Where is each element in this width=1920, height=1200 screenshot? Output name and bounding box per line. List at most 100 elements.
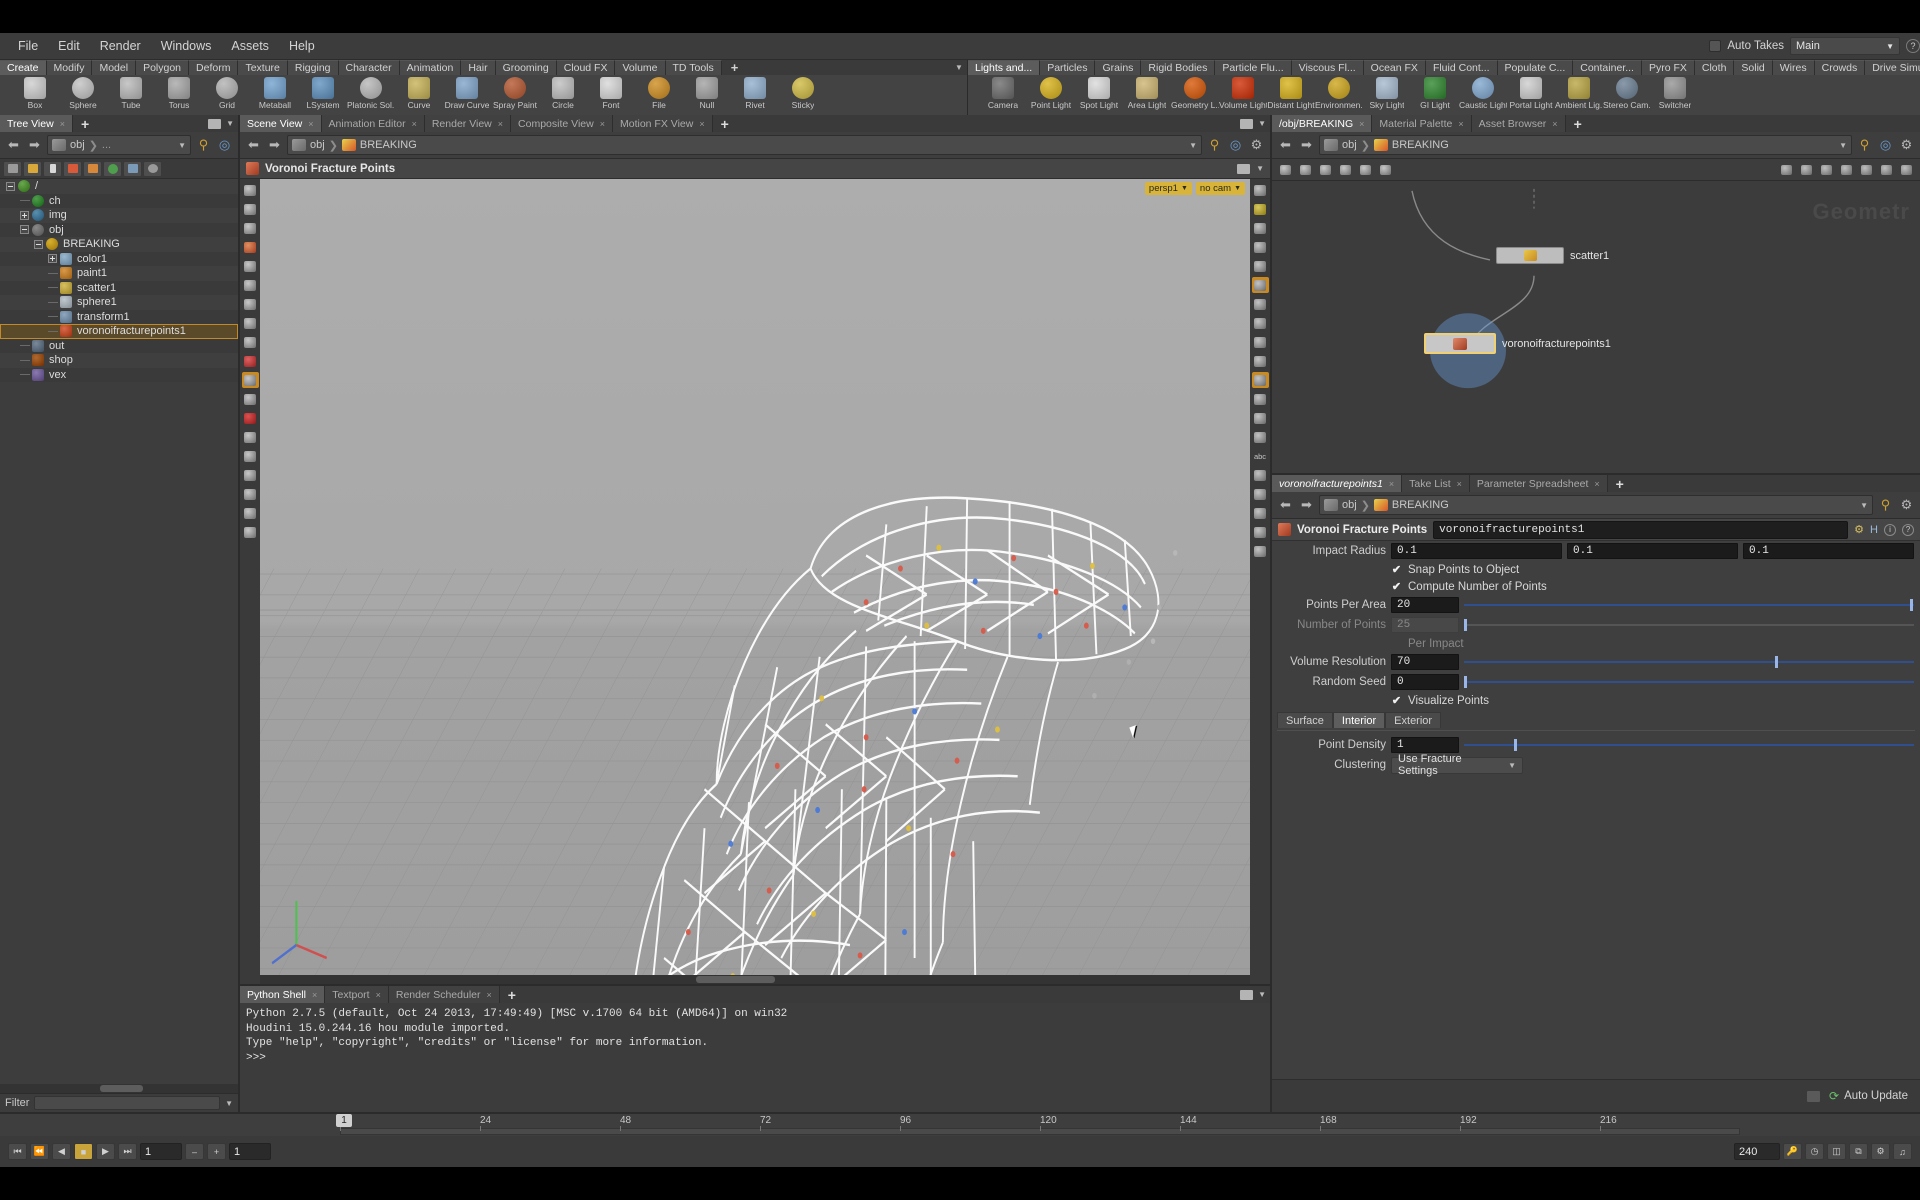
shelf-left-tab-grooming[interactable]: Grooming xyxy=(495,60,557,75)
target-icon[interactable]: ◎ xyxy=(216,137,233,154)
chevron-down-icon[interactable]: ▼ xyxy=(1256,164,1264,173)
tree-expander-minus-icon[interactable] xyxy=(20,225,29,235)
network-node-scatter1[interactable]: scatter1 xyxy=(1496,247,1609,264)
shelf-right-tool-ambient-lig[interactable]: Ambient Lig... xyxy=(1555,76,1603,110)
tree-path-field[interactable]: obj ❯ ... ▼ xyxy=(47,135,191,155)
handle-icon[interactable] xyxy=(242,201,259,217)
display-options-icon[interactable] xyxy=(1252,182,1269,198)
shelf-right-tool-sky-light[interactable]: Sky Light xyxy=(1363,76,1411,110)
chevron-down-icon[interactable]: ▼ xyxy=(1839,141,1847,150)
tab-tree-view[interactable]: Tree View × xyxy=(0,115,73,132)
param-slider-number-of-points[interactable] xyxy=(1464,617,1914,633)
shelf-left-tool-tube[interactable]: Tube xyxy=(107,76,155,110)
magnet-icon[interactable] xyxy=(242,410,259,426)
filter-pop-icon[interactable] xyxy=(83,160,102,177)
breadcrumb-obj[interactable]: obj xyxy=(310,139,325,151)
render-region-icon[interactable] xyxy=(1252,524,1269,540)
decrement-frame-button[interactable]: – xyxy=(185,1143,204,1160)
shelf-left-tab-model[interactable]: Model xyxy=(92,60,137,75)
shelf-right-tab-particles[interactable]: Particles xyxy=(1040,60,1096,75)
tree-node-paint1[interactable]: paint1 xyxy=(0,266,238,281)
param-select-clustering[interactable]: Use Fracture Settings ▼ xyxy=(1391,753,1523,777)
shelf-left-tool-file[interactable]: File xyxy=(635,76,683,110)
shelf-left-tool-null[interactable]: Null xyxy=(683,76,731,110)
shelf-left-tab-volume[interactable]: Volume xyxy=(615,60,666,75)
menu-item-render[interactable]: Render xyxy=(90,36,151,56)
filter-geo-icon[interactable] xyxy=(23,160,42,177)
shell-add-tab-button[interactable]: + xyxy=(499,986,524,1003)
group-icon[interactable] xyxy=(242,486,259,502)
shelf-left-tool-rivet[interactable]: Rivet xyxy=(731,76,779,110)
jump-to-end-button[interactable]: ⏭ xyxy=(118,1143,137,1160)
realtime-toggle-button[interactable]: ♫ xyxy=(1893,1143,1912,1160)
tab-asset-browser[interactable]: Asset Browser × xyxy=(1471,115,1566,132)
tree-node-voronoifracturepoints1[interactable]: voronoifracturepoints1 xyxy=(0,324,238,339)
filter-chop-icon[interactable] xyxy=(103,160,122,177)
tree-node-sphere1[interactable]: sphere1 xyxy=(0,295,238,310)
menu-item-help[interactable]: Help xyxy=(279,36,325,56)
tree-expander-minus-icon[interactable] xyxy=(34,239,43,249)
frame-all-icon[interactable] xyxy=(1898,162,1915,178)
key-options-button[interactable]: ⧉ xyxy=(1849,1143,1868,1160)
close-icon[interactable]: × xyxy=(308,119,313,129)
shelf-left-tab-character[interactable]: Character xyxy=(338,60,400,75)
nav-forward-button[interactable]: ➡ xyxy=(1298,137,1315,154)
shelf-left-tool-platonic-sol[interactable]: Platonic Sol... xyxy=(347,76,395,110)
shelf-left-tab-texture[interactable]: Texture xyxy=(238,60,288,75)
texture-icon[interactable] xyxy=(1252,353,1269,369)
shelf-right-tool-environmen[interactable]: Environmen... xyxy=(1315,76,1363,110)
network-canvas[interactable]: Geometr scatter1 voronoifracturepoints1 xyxy=(1272,181,1920,473)
chevron-down-icon[interactable]: ▼ xyxy=(1258,990,1266,999)
tree-horizontal-scrollbar[interactable] xyxy=(0,1084,238,1093)
chevron-down-icon[interactable]: ▼ xyxy=(226,119,234,128)
camera-orbit-icon[interactable] xyxy=(242,505,259,521)
scene-add-tab-button[interactable]: + xyxy=(712,115,737,132)
shelf-right-tool-spot-light[interactable]: Spot Light xyxy=(1075,76,1123,110)
param-field-number-of-points[interactable]: 25 xyxy=(1391,617,1459,633)
close-icon[interactable]: × xyxy=(1594,479,1599,489)
shelf-right-tab-solid[interactable]: Solid xyxy=(1734,60,1773,75)
shelf-left-tool-metaball[interactable]: Metaball xyxy=(251,76,299,110)
play-forward-button[interactable]: ▶ xyxy=(96,1143,115,1160)
close-icon[interactable]: × xyxy=(412,119,417,129)
new-node-icon[interactable] xyxy=(1277,162,1294,178)
view-icon[interactable] xyxy=(242,220,259,236)
param-subtab-exterior[interactable]: Exterior xyxy=(1385,712,1442,728)
shelf-left-tool-grid[interactable]: Grid xyxy=(203,76,251,110)
panel-layout-icon[interactable] xyxy=(208,118,222,129)
tree-node-obj[interactable]: obj xyxy=(0,222,238,237)
gear-icon[interactable]: ⚙ xyxy=(1898,137,1915,154)
close-icon[interactable]: × xyxy=(1389,479,1394,489)
network-add-tab-button[interactable]: + xyxy=(1565,115,1590,132)
shelf-right-tool-camera[interactable]: Camera xyxy=(979,76,1027,110)
shelf-left-tool-box[interactable]: Box xyxy=(11,76,59,110)
layout-icon[interactable] xyxy=(1798,162,1815,178)
curve-edit-icon[interactable] xyxy=(242,429,259,445)
param-field-point-density[interactable]: 1 xyxy=(1391,737,1459,753)
origin-icon[interactable] xyxy=(1252,410,1269,426)
tab-python-shell[interactable]: Python Shell × xyxy=(240,986,326,1003)
pin-icon[interactable]: ⚲ xyxy=(195,137,212,154)
tab-parameter-spreadsheet[interactable]: Parameter Spreadsheet × xyxy=(1469,475,1608,492)
divider-icon[interactable] xyxy=(1818,162,1835,178)
shelf-left-tab-td-tools[interactable]: TD Tools xyxy=(665,60,722,75)
shelf-left-tab-deform[interactable]: Deform xyxy=(189,60,239,75)
chevron-down-icon[interactable]: ▼ xyxy=(1258,119,1266,128)
python-shell-output[interactable]: Python 2.7.5 (default, Oct 24 2013, 17:4… xyxy=(240,1003,1270,1112)
tab-material-palette[interactable]: Material Palette × xyxy=(1372,115,1472,132)
param-toggle-per-impact[interactable]: Per Impact xyxy=(1272,635,1920,652)
nav-back-button[interactable]: ⬅ xyxy=(245,137,262,154)
shelf-right-tool-switcher[interactable]: Switcher xyxy=(1651,76,1699,110)
play-stop-button[interactable]: ■ xyxy=(74,1143,93,1160)
paint-icon[interactable] xyxy=(242,239,259,255)
nav-back-button[interactable]: ⬅ xyxy=(5,137,22,154)
tab-composite-view[interactable]: Composite View × xyxy=(511,115,613,132)
ghost-icon[interactable] xyxy=(1252,220,1269,236)
arrow-icon[interactable] xyxy=(242,277,259,293)
shelf-right-tool-geometry-l[interactable]: Geometry L... xyxy=(1171,76,1219,110)
select-icon[interactable] xyxy=(242,182,259,198)
tab-animation-editor[interactable]: Animation Editor × xyxy=(321,115,425,132)
tree-node-breaking[interactable]: BREAKING xyxy=(0,237,238,252)
shelf-left-tool-curve[interactable]: Curve xyxy=(395,76,443,110)
tree-expander-plus-icon[interactable] xyxy=(48,254,57,264)
